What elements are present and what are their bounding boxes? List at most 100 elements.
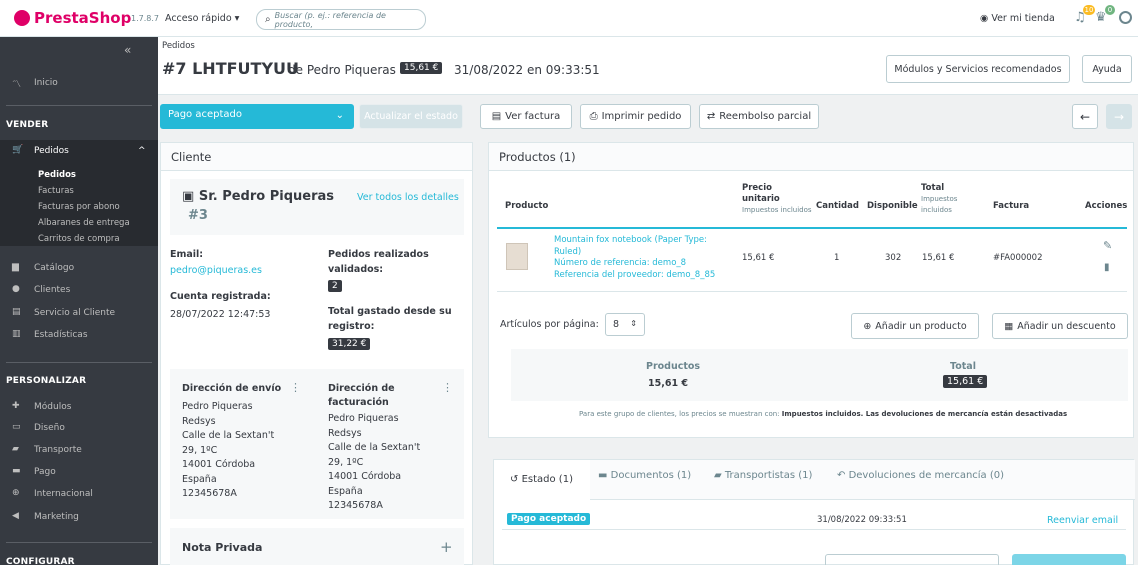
section-sell: VENDER [6, 120, 49, 130]
sub-delivery-slips[interactable]: Albaranes de entrega [38, 218, 130, 228]
sidebar-item-catalog[interactable]: ▆ Catálogo [0, 258, 158, 278]
col-qty: Cantidad [816, 201, 859, 211]
search-input[interactable]: ⌕ Buscar (p. ej.: referencia de producto… [256, 9, 426, 30]
col-unit-price: Precio unitario Impuestos incluidos [742, 183, 812, 214]
orders-label: Pedidos realizados [328, 249, 429, 260]
tab-carriers[interactable]: ▰ Transportistas (1) [714, 470, 812, 481]
registered-label: Cuenta registrada: [170, 291, 271, 302]
megaphone-icon: ◀ [12, 511, 19, 521]
partial-refund-button[interactable]: ⇄ Reembolso parcial [699, 104, 819, 129]
registered-date: 28/07/2022 12:47:53 [170, 309, 271, 320]
print-order-button[interactable]: ⎙ Imprimir pedido [580, 104, 691, 129]
recommended-modules-button[interactable]: Módulos y Servicios recomendados [886, 55, 1070, 83]
plus-icon[interactable]: + [440, 538, 453, 556]
search-icon: ⌕ [265, 14, 271, 25]
per-page-select[interactable]: 8 ⇕ [605, 313, 645, 336]
status-select-bottom[interactable] [825, 554, 999, 565]
table-row: Mountain fox notebook (Paper Type: Ruled)… [497, 229, 1127, 291]
trend-icon: 〽 [12, 80, 22, 90]
col-product: Producto [505, 201, 549, 211]
row-available: 302 [885, 253, 902, 263]
spent-label: Total gastado desde su [328, 306, 452, 317]
help-button[interactable]: Ayuda [1082, 55, 1132, 83]
sidebar-item-modules[interactable]: ✚ Módulos [0, 397, 158, 417]
order-date: 31/08/2022 en 09:33:51 [454, 63, 600, 77]
truck-icon: ▰ [12, 444, 19, 454]
eye-icon: ◉ [980, 13, 989, 24]
spent-total: 31,22 € [328, 338, 371, 350]
sidebar-item-orders[interactable]: 🛒 Pedidos ^ [0, 141, 158, 161]
col-actions: Acciones [1085, 201, 1128, 211]
chevron-down-icon: ⌄ [335, 110, 344, 121]
order-summary: Productos 15,61 € Total 15,61 € [511, 349, 1128, 401]
status-date: 31/08/2022 09:33:51 [817, 515, 907, 525]
customer-of: de Pedro Piqueras [288, 63, 396, 77]
sidebar-item-stats[interactable]: ▥ Estadísticas [0, 325, 158, 345]
collapse-icon[interactable]: « [124, 43, 131, 57]
sidebar-item-shipping[interactable]: ▰ Transporte [0, 440, 158, 460]
arrow-right-icon: → [1113, 109, 1125, 124]
truck-icon: ▰ [714, 470, 722, 481]
view-store-link[interactable]: ◉ Ver mi tienda [980, 13, 1055, 24]
trash-icon[interactable]: ▮ [1104, 262, 1110, 273]
summary-products-label: Productos [646, 361, 701, 372]
page-title: #7 LHTFUTYUU [162, 59, 300, 78]
sub-invoices[interactable]: Facturas [38, 186, 74, 196]
sidebar-item-customers[interactable]: ● Clientes [0, 280, 158, 300]
tab-status[interactable]: ↺ Estado (1) [494, 460, 590, 500]
tab-returns[interactable]: ↶ Devoluciones de mercancía (0) [837, 470, 1004, 481]
update-status-button[interactable]: Actualizar el estado [359, 104, 463, 129]
summary-total-label: Total [950, 361, 976, 372]
sidebar-item-home[interactable]: 〽 Inicio [0, 73, 158, 93]
status-badge: Pago aceptado [507, 513, 591, 525]
shipping-address-title: Dirección de envío [182, 383, 282, 394]
next-order-button[interactable]: → [1106, 104, 1132, 129]
update-status-bottom-button[interactable] [1012, 554, 1126, 565]
resend-email-link[interactable]: Reenviar email [1047, 515, 1118, 526]
logo-text[interactable]: PrestaShop [34, 9, 131, 27]
previous-order-button[interactable]: ← [1072, 104, 1098, 129]
customer-name: ▣ Sr. Pedro Piqueras [182, 189, 335, 204]
customer-id: #3 [188, 208, 208, 223]
view-invoice-button[interactable]: ▤ Ver factura [480, 104, 572, 129]
kebab-icon[interactable]: ⋮ [290, 381, 301, 394]
status-select[interactable]: Pago aceptado ⌄ [160, 104, 354, 129]
product-thumbnail[interactable] [506, 243, 528, 270]
add-product-button[interactable]: ⊕ Añadir un producto [851, 313, 979, 339]
quick-access-menu[interactable]: Acceso rápido ▾ [165, 13, 239, 24]
customer-identity: ▣ Sr. Pedro Piqueras #3 Ver todos los de… [170, 179, 464, 235]
sub-carts[interactable]: Carritos de compra [38, 234, 120, 244]
email-label: Email: [170, 249, 204, 260]
add-discount-button[interactable]: ▦ Añadir un descuento [992, 313, 1128, 339]
sidebar: « 〽 Inicio VENDER 🛒 Pedidos ^ Pedidos Factu… [0, 37, 158, 565]
spent-label-2: registro: [328, 321, 375, 332]
email-link[interactable]: pedro@piqueras.es [170, 265, 262, 276]
sidebar-item-international[interactable]: ⊕ Internacional [0, 484, 158, 504]
monitor-icon: ▭ [12, 422, 21, 432]
breadcrumb[interactable]: Pedidos [162, 41, 195, 51]
row-unit-price: 15,61 € [742, 253, 775, 263]
products-card: Productos (1) Producto Precio unitario Imp… [488, 142, 1134, 438]
divider [6, 362, 152, 363]
summary-total-value: 15,61 € [943, 375, 988, 388]
notif-badge: 10 [1083, 5, 1095, 15]
sidebar-item-payment[interactable]: ▬ Pago [0, 462, 158, 482]
tab-documents[interactable]: ▬ Documentos (1) [598, 470, 691, 481]
user-icon[interactable] [1119, 11, 1132, 24]
arrow-left-icon: ← [1079, 109, 1091, 124]
sub-orders[interactable]: Pedidos [38, 170, 76, 180]
view-all-details-link[interactable]: Ver todos los detalles [357, 192, 459, 203]
sidebar-item-marketing[interactable]: ◀ Marketing [0, 507, 158, 527]
top-bar: PrestaShop 1.7.8.7 Acceso rápido ▾ ⌕ Bus… [0, 0, 1138, 37]
private-note-block[interactable]: Nota Privada + [170, 528, 464, 565]
product-name-link[interactable]: Mountain fox notebook (Paper Type: Ruled)… [554, 235, 715, 281]
billing-address: Pedro Piqueras Redsys Calle de la Sextan't… [328, 413, 421, 511]
store-icon: ▆ [12, 262, 19, 272]
edit-icon[interactable]: ✎ [1103, 239, 1112, 252]
chevron-up-icon: ^ [138, 146, 146, 156]
sidebar-item-support[interactable]: ▤ Servicio al Cliente [0, 303, 158, 323]
sub-credit-slips[interactable]: Facturas por abono [38, 202, 120, 212]
sidebar-item-design[interactable]: ▭ Diseño [0, 418, 158, 438]
kebab-icon[interactable]: ⋮ [442, 381, 453, 394]
chat-icon: ▤ [12, 307, 21, 317]
